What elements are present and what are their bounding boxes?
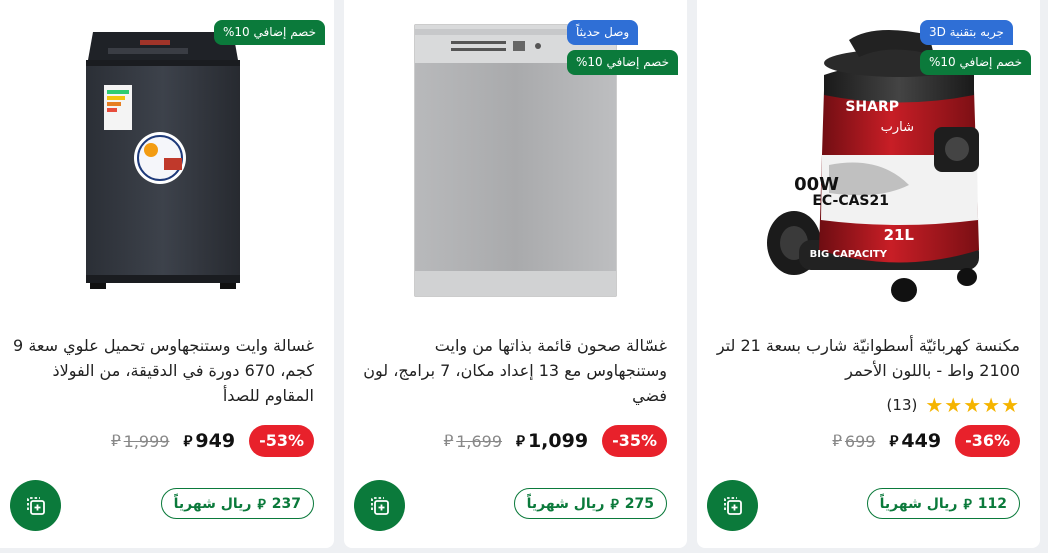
badge-3d[interactable]: جربه بتقنية 3D (919, 20, 1013, 45)
badge-extra-discount: خصم إضافي 10% (213, 20, 325, 45)
product-card[interactable]: جربه بتقنية 3D خصم إضافي 10% 00W EC-CAS2… (697, 0, 1040, 548)
riyal-icon: ⃁ (832, 431, 842, 450)
riyal-icon: ⃁ (963, 496, 972, 513)
current-price: ⃁ 949 (183, 430, 235, 452)
current-price-value: 1,099 (527, 430, 589, 452)
product-title[interactable]: مكنسة كهربائيّة أسطوانيّة شارب بسعة 21 ل… (715, 333, 1020, 383)
badge-new-arrival: وصل حديثاً (566, 20, 639, 45)
product-image[interactable] (11, 10, 314, 310)
compare-button[interactable] (354, 480, 405, 531)
svg-text:00W: 00W (794, 174, 839, 195)
compare-button[interactable] (10, 480, 61, 531)
product-card[interactable]: وصل حديثاً خصم إضافي 10% غسّالة صحون قائ… (344, 0, 687, 548)
old-price: ⃁ 699 (832, 431, 875, 451)
monthly-label: ريال شهرياً (879, 495, 958, 512)
rating: ★★★★★ (13) (887, 393, 1020, 417)
monthly-amount: 112 (977, 495, 1007, 512)
current-price-value: 449 (901, 430, 942, 452)
product-title[interactable]: غسّالة صحون قائمة بذاتها من وايت وستنجها… (362, 333, 667, 408)
monthly-amount: 275 (624, 495, 654, 512)
badges: خصم إضافي 10% (213, 20, 325, 45)
riyal-icon: ⃁ (183, 431, 193, 450)
monthly-label: ريال شهرياً (173, 495, 252, 512)
compare-button[interactable] (707, 480, 758, 531)
old-price: ⃁ 1,999 (111, 431, 169, 451)
rating-count: (13) (886, 396, 918, 414)
svg-text:SHARP: SHARP (845, 99, 899, 115)
riyal-icon: ⃁ (443, 431, 454, 450)
old-price: ⃁ 1,699 (444, 431, 502, 451)
compare-add-icon (370, 496, 389, 515)
old-price-value: 1,699 (456, 431, 503, 451)
discount-badge: -35% (602, 425, 667, 457)
badge-extra-discount: خصم إضافي 10% (566, 50, 678, 75)
riyal-icon: ⃁ (111, 431, 121, 450)
svg-text:شارب: شارب (880, 120, 913, 135)
product-title[interactable]: غسالة وايت وستنجهاوس تحميل علوي سعة 9 كج… (9, 333, 314, 408)
price-row: -35% ⃁ 1,099 ⃁ 1,699 (444, 425, 667, 457)
price-row: -36% ⃁ 449 ⃁ 699 (832, 425, 1020, 457)
current-price: ⃁ 1,099 (516, 430, 588, 452)
old-price-value: 699 (844, 431, 876, 451)
current-price-value: 949 (195, 430, 236, 452)
discount-badge: -53% (249, 425, 314, 457)
discount-badge: -36% (955, 425, 1020, 457)
washing-machine-image (85, 32, 240, 289)
monthly-installment-badge[interactable]: 237 ⃁ ريال شهرياً (160, 488, 314, 519)
riyal-icon: ⃁ (516, 431, 525, 450)
monthly-amount: 237 (271, 495, 301, 512)
monthly-label: ريال شهرياً (526, 495, 605, 512)
badges: جربه بتقنية 3D خصم إضافي 10% (919, 20, 1031, 75)
price-row: -53% ⃁ 949 ⃁ 1,999 (111, 425, 314, 457)
badge-extra-discount: خصم إضافي 10% (919, 50, 1031, 75)
current-price: ⃁ 449 (889, 430, 941, 452)
svg-text:EC-CAS21: EC-CAS21 (812, 193, 889, 209)
star-rating-icon: ★★★★★ (925, 393, 1020, 417)
monthly-installment-badge[interactable]: 112 ⃁ ريال شهرياً (866, 488, 1020, 519)
old-price-value: 1,999 (123, 431, 170, 451)
riyal-icon: ⃁ (257, 496, 266, 513)
svg-text:BIG CAPACITY: BIG CAPACITY (809, 249, 887, 260)
badges: وصل حديثاً خصم إضافي 10% (566, 20, 678, 75)
riyal-icon: ⃁ (889, 431, 899, 450)
compare-add-icon (723, 496, 742, 515)
product-card[interactable]: خصم إضافي 10% غسالة وايت وستنجهاوس تحميل… (0, 0, 334, 548)
monthly-installment-badge[interactable]: 275 ⃁ ريال شهرياً (513, 488, 667, 519)
compare-add-icon (26, 496, 45, 515)
svg-text:21L: 21L (883, 226, 914, 244)
riyal-icon: ⃁ (610, 496, 619, 513)
